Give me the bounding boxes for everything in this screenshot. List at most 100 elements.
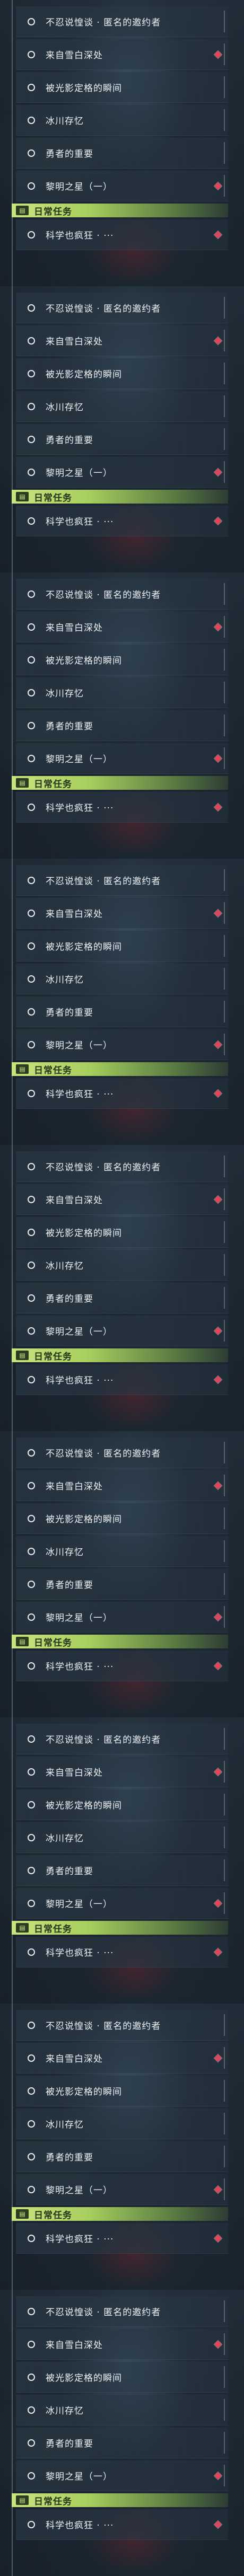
tracked-marker-icon bbox=[214, 909, 222, 917]
quest-item[interactable]: 黎明之星（一） bbox=[16, 171, 228, 201]
quest-item[interactable]: 不忍说惶谈 · 匿名的邀约者 bbox=[16, 2296, 228, 2327]
quest-item[interactable]: 勇者的重要 bbox=[16, 1569, 228, 1600]
quest-item[interactable]: 不忍说惶谈 · 匿名的邀约者 bbox=[16, 579, 228, 610]
quest-item[interactable]: 冰川存忆 bbox=[16, 1822, 228, 1853]
quest-edge-bar bbox=[224, 2014, 225, 2036]
quest-item[interactable]: 来自雪白深处 bbox=[16, 612, 228, 642]
quest-item[interactable]: 冰川存忆 bbox=[16, 105, 228, 136]
quest-status-icon bbox=[28, 1801, 35, 1809]
quest-item[interactable]: 冰川存忆 bbox=[16, 677, 228, 708]
quest-item[interactable]: 黎明之星（一） bbox=[16, 2460, 228, 2491]
quest-item[interactable]: 黎明之星（一） bbox=[16, 457, 228, 488]
quest-item[interactable]: 勇者的重要 bbox=[16, 710, 228, 741]
daily-quest-header[interactable]: ▤ 日常任务 bbox=[12, 1062, 228, 1076]
quest-edge-bar bbox=[224, 1892, 225, 1914]
quest-item[interactable]: 不忍说惶谈 · 匿名的邀约者 bbox=[16, 1724, 228, 1754]
daily-quest-item[interactable]: 科学也疯狂 · ··· bbox=[16, 506, 228, 536]
quest-item[interactable]: 被光影定格的瞬间 bbox=[16, 1503, 228, 1534]
quest-item[interactable]: 来自雪白深处 bbox=[16, 39, 228, 70]
quest-edge-bar bbox=[224, 1761, 225, 1783]
daily-quest-header[interactable]: ▤ 日常任务 bbox=[12, 1348, 228, 1362]
quest-status-icon bbox=[28, 116, 35, 124]
quest-status-icon bbox=[28, 2472, 35, 2480]
quest-item[interactable]: 黎明之星（一） bbox=[16, 1316, 228, 1346]
quest-item[interactable]: 不忍说惶谈 · 匿名的邀约者 bbox=[16, 293, 228, 323]
daily-quest-item[interactable]: 科学也疯狂 · ··· bbox=[16, 2509, 228, 2540]
tracked-marker-icon bbox=[214, 2520, 222, 2528]
quest-edge-bar bbox=[224, 1606, 225, 1628]
tracked-marker-icon bbox=[214, 517, 222, 525]
quest-item[interactable]: 不忍说惶谈 · 匿名的邀约者 bbox=[16, 6, 228, 37]
quest-item[interactable]: 被光影定格的瞬间 bbox=[16, 2076, 228, 2106]
quest-edge-bar bbox=[224, 1188, 225, 1210]
quest-item[interactable]: 被光影定格的瞬间 bbox=[16, 1789, 228, 1820]
quest-item[interactable]: 冰川存忆 bbox=[16, 2109, 228, 2139]
quest-item[interactable]: 冰川存忆 bbox=[16, 2395, 228, 2425]
daily-quest-item[interactable]: 科学也疯狂 · ··· bbox=[16, 1364, 228, 1395]
quest-status-icon bbox=[28, 1547, 35, 1555]
quest-panel: 不忍说惶谈 · 匿名的邀约者来自雪白深处 被光影定格的瞬间 冰川存忆 勇者的重要 黎明之… bbox=[0, 286, 244, 572]
quest-item[interactable]: 被光影定格的瞬间 bbox=[16, 931, 228, 961]
daily-quest-header[interactable]: ▤ 日常任务 bbox=[12, 2207, 228, 2221]
quest-item[interactable]: 冰川存忆 bbox=[16, 964, 228, 994]
quest-item[interactable]: 黎明之星（一） bbox=[16, 1029, 228, 1060]
quest-item[interactable]: 不忍说惶谈 · 匿名的邀约者 bbox=[16, 2010, 228, 2041]
daily-quest-item[interactable]: 科学也疯狂 · ··· bbox=[16, 1651, 228, 1681]
quest-item[interactable]: 勇者的重要 bbox=[16, 2141, 228, 2172]
quest-item[interactable]: 来自雪白深处 bbox=[16, 1470, 228, 1501]
quest-item[interactable]: 不忍说惶谈 · 匿名的邀约者 bbox=[16, 865, 228, 896]
quest-item[interactable]: 勇者的重要 bbox=[16, 996, 228, 1027]
daily-quest-header[interactable]: ▤ 日常任务 bbox=[12, 2493, 228, 2507]
daily-quest-header[interactable]: ▤ 日常任务 bbox=[12, 776, 228, 790]
quest-status-icon bbox=[28, 517, 35, 525]
quest-item[interactable]: 来自雪白深处 bbox=[16, 898, 228, 929]
daily-quest-header[interactable]: ▤ 日常任务 bbox=[12, 1921, 228, 1935]
daily-quest-item[interactable]: 科学也疯狂 · ··· bbox=[16, 792, 228, 823]
daily-quest-label: 科学也疯狂 · ··· bbox=[46, 1948, 114, 1959]
quest-item[interactable]: 被光影定格的瞬间 bbox=[16, 1217, 228, 1248]
quest-item[interactable]: 黎明之星（一） bbox=[16, 1602, 228, 1633]
tracked-marker-icon bbox=[214, 1613, 222, 1621]
daily-quest-item[interactable]: 科学也疯狂 · ··· bbox=[16, 2223, 228, 2254]
quest-item[interactable]: 被光影定格的瞬间 bbox=[16, 2362, 228, 2393]
quest-item[interactable]: 勇者的重要 bbox=[16, 1283, 228, 1313]
quest-item[interactable]: 不忍说惶谈 · 匿名的邀约者 bbox=[16, 1151, 228, 1182]
quest-item[interactable]: 来自雪白深处 bbox=[16, 1757, 228, 1787]
quest-status-icon bbox=[28, 337, 35, 345]
quest-status-icon bbox=[28, 1040, 35, 1048]
quest-item[interactable]: 黎明之星（一） bbox=[16, 1888, 228, 1919]
quest-item[interactable]: 勇者的重要 bbox=[16, 138, 228, 169]
daily-quest-header[interactable]: ▤ 日常任务 bbox=[12, 1635, 228, 1648]
quest-item[interactable]: 冰川存忆 bbox=[16, 391, 228, 422]
quest-item[interactable]: 不忍说惶谈 · 匿名的邀约者 bbox=[16, 1437, 228, 1468]
quest-item[interactable]: 被光影定格的瞬间 bbox=[16, 72, 228, 103]
quest-title: 冰川存忆 bbox=[46, 975, 84, 985]
quest-edge-bar bbox=[224, 1507, 225, 1529]
quest-item[interactable]: 冰川存忆 bbox=[16, 1250, 228, 1281]
quest-item[interactable]: 被光影定格的瞬间 bbox=[16, 645, 228, 675]
quest-item[interactable]: 来自雪白深处 bbox=[16, 2043, 228, 2074]
quest-item[interactable]: 黎明之星（一） bbox=[16, 2174, 228, 2205]
quest-item[interactable]: 来自雪白深处 bbox=[16, 2329, 228, 2360]
quest-status-icon bbox=[28, 721, 35, 729]
quest-item[interactable]: 被光影定格的瞬间 bbox=[16, 358, 228, 389]
daily-quest-header[interactable]: ▤ 日常任务 bbox=[12, 490, 228, 504]
tracked-marker-icon bbox=[214, 50, 222, 58]
daily-quest-header[interactable]: ▤ 日常任务 bbox=[12, 204, 228, 217]
quest-item[interactable]: 勇者的重要 bbox=[16, 1855, 228, 1886]
quest-title: 勇者的重要 bbox=[46, 1580, 93, 1591]
quest-item[interactable]: 冰川存忆 bbox=[16, 1536, 228, 1567]
quest-item[interactable]: 来自雪白深处 bbox=[16, 1184, 228, 1215]
quest-status-icon bbox=[28, 2152, 35, 2160]
quest-title: 不忍说惶谈 · 匿名的邀约者 bbox=[46, 304, 161, 314]
daily-quest-item[interactable]: 科学也疯狂 · ··· bbox=[16, 1078, 228, 1109]
quest-item[interactable]: 勇者的重要 bbox=[16, 424, 228, 455]
quest-title: 冰川存忆 bbox=[46, 2120, 84, 2130]
tracked-marker-icon bbox=[214, 1327, 222, 1335]
quest-item[interactable]: 勇者的重要 bbox=[16, 2428, 228, 2458]
quest-edge-bar bbox=[224, 1254, 225, 1276]
quest-item[interactable]: 黎明之星（一） bbox=[16, 743, 228, 774]
quest-item[interactable]: 来自雪白深处 bbox=[16, 325, 228, 356]
daily-quest-item[interactable]: 科学也疯狂 · ··· bbox=[16, 1937, 228, 1968]
daily-quest-item[interactable]: 科学也疯狂 · ··· bbox=[16, 219, 228, 250]
